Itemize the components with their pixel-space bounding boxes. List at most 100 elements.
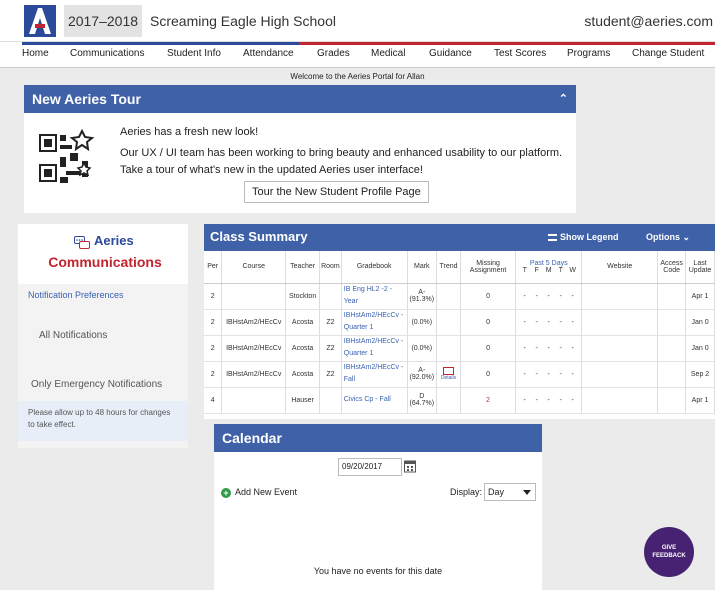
notification-preferences-link[interactable]: Notification Preferences	[28, 290, 124, 300]
cell-last: Jan 0	[685, 309, 715, 336]
user-email[interactable]: student@aeries.com	[584, 5, 713, 37]
add-event-link[interactable]: Add New Event	[235, 487, 297, 497]
day-mark: -	[559, 292, 562, 300]
day-mark: -	[523, 370, 526, 378]
col-past5[interactable]: Past 5 Days TFMTW	[515, 251, 583, 284]
cell-per: 4	[204, 387, 223, 414]
cell-last: Jan 0	[685, 335, 715, 362]
cell-last: Apr 1	[685, 283, 715, 310]
mark-percent: (64.7%)	[409, 400, 435, 407]
cell-mark: A- (92.0%)	[407, 361, 438, 388]
nav-guidance[interactable]: Guidance	[429, 48, 472, 59]
col-website[interactable]: Website	[581, 251, 659, 284]
mark-letter: D	[419, 393, 425, 400]
calendar-date-input[interactable]: 09/20/2017	[338, 458, 402, 476]
school-year[interactable]: 2017–2018	[64, 5, 142, 37]
col-per[interactable]: Per	[204, 251, 223, 284]
trend-details-link[interactable]: Details	[439, 375, 458, 381]
gradebook-link[interactable]: IBHstAm2/HEcCv - Fall	[341, 361, 408, 388]
mark-percent: (91.3%)	[409, 296, 435, 303]
col-access[interactable]: Access Code	[657, 251, 687, 284]
table-row[interactable]: 2 Stockton IB Eng HL2 -2 - Year A- (91.3%…	[204, 283, 715, 310]
cell-last: Sep 2	[685, 361, 715, 388]
all-notifications-option[interactable]: All Notifications	[39, 330, 107, 341]
gradebook-link[interactable]: Civics Cp - Fall	[341, 387, 408, 414]
table-row[interactable]: 2 IBHstAm2/HEcCv Acosta Z2 IBHstAm2/HEcC…	[204, 361, 715, 388]
communications-brand: Aeries	[94, 233, 134, 248]
add-event-plus-icon[interactable]: +	[221, 488, 231, 498]
feedback-line2: FEEDBACK	[652, 553, 686, 559]
col-mark[interactable]: Mark	[407, 251, 438, 284]
cell-access	[657, 361, 687, 388]
cell-per: 2	[204, 309, 223, 336]
gradebook-link[interactable]: IBHstAm2/HEcCv - Quarter 1	[341, 309, 408, 336]
give-feedback-button[interactable]: GIVE FEEDBACK	[644, 527, 694, 577]
cell-per: 2	[204, 361, 223, 388]
nav-communications[interactable]: Communications	[70, 48, 144, 59]
col-missing[interactable]: Missing Assignment	[460, 251, 517, 284]
cell-teacher: Hauser	[285, 387, 321, 414]
calendar-picker-icon[interactable]	[404, 459, 416, 473]
day-mark: -	[547, 396, 550, 404]
day-mark: -	[535, 318, 538, 326]
nav-programs[interactable]: Programs	[567, 48, 610, 59]
no-events-message: You have no events for this date	[313, 566, 443, 576]
table-row[interactable]: 4 Hauser Civics Cp - Fall D (64.7%) 2 - - -…	[204, 387, 715, 414]
table-row[interactable]: 2 IBHstAm2/HEcCv Acosta Z2 IBHstAm2/HEcC…	[204, 309, 715, 336]
day-letter: W	[569, 266, 577, 274]
gradebook-link[interactable]: IBHstAm2/HEcCv - Quarter 1	[341, 335, 408, 362]
day-letter: T	[558, 266, 563, 274]
nav-change-student[interactable]: Change Student	[632, 48, 704, 59]
nav-medical[interactable]: Medical	[371, 48, 405, 59]
col-teacher[interactable]: Teacher	[285, 251, 321, 284]
col-course[interactable]: Course	[221, 251, 287, 284]
tour-header[interactable]: New Aeries Tour ⌃	[24, 85, 576, 113]
class-summary-header: Class Summary Show Legend Options ⌄	[204, 224, 715, 251]
chevron-up-icon[interactable]: ⌃	[559, 85, 568, 113]
day-mark: -	[535, 292, 538, 300]
col-last[interactable]: Last Update	[685, 251, 715, 284]
nav-attendance[interactable]: Attendance	[243, 48, 294, 59]
past5-label: Past 5 Days	[529, 259, 568, 267]
cell-per: 2	[204, 283, 223, 310]
class-summary-panel: Class Summary Show Legend Options ⌄ Per …	[204, 224, 715, 419]
cell-course	[221, 387, 287, 414]
options-dropdown[interactable]: Options ⌄	[646, 232, 690, 243]
day-mark: -	[535, 396, 538, 404]
legend-icon	[548, 234, 557, 241]
cell-past5: -----	[515, 335, 583, 362]
nav-home[interactable]: Home	[22, 48, 49, 59]
school-name: Screaming Eagle High School	[150, 13, 336, 29]
cell-course: IBHstAm2/HEcCv	[221, 361, 287, 388]
cell-missing[interactable]: 2	[460, 387, 517, 414]
show-legend-button[interactable]: Show Legend	[548, 232, 619, 242]
nav-grades[interactable]: Grades	[317, 48, 350, 59]
table-header-row: Per Course Teacher Room Gradebook Mark T…	[204, 251, 715, 284]
cell-trend[interactable]: Details	[436, 361, 461, 388]
col-room[interactable]: Room	[319, 251, 342, 284]
day-mark: -	[571, 318, 574, 326]
mark-percent: (92.0%)	[409, 374, 435, 381]
col-trend[interactable]: Trend	[436, 251, 461, 284]
nav-test-scores[interactable]: Test Scores	[494, 48, 546, 59]
cell-teacher: Acosta	[285, 361, 321, 388]
cell-mark: A- (91.3%)	[407, 283, 438, 310]
cell-teacher: Acosta	[285, 309, 321, 336]
day-mark: -	[523, 344, 526, 352]
day-mark: -	[547, 318, 550, 326]
main-nav: Home Communications Student Info Attenda…	[0, 42, 715, 68]
class-summary-table: Per Course Teacher Room Gradebook Mark T…	[204, 251, 715, 414]
day-mark: -	[571, 344, 574, 352]
calendar-panel: Calendar 09/20/2017 + Add New Event Disp…	[214, 424, 542, 590]
display-select[interactable]: Day	[484, 483, 536, 501]
cell-missing: 0	[460, 361, 517, 388]
emergency-notifications-option[interactable]: Only Emergency Notifications	[31, 379, 162, 390]
table-row[interactable]: 2 IBHstAm2/HEcCv Acosta Z2 IBHstAm2/HEcC…	[204, 335, 715, 362]
day-mark: -	[559, 318, 562, 326]
nav-student-info[interactable]: Student Info	[167, 48, 221, 59]
aeries-logo[interactable]	[24, 5, 56, 37]
tour-profile-button[interactable]: Tour the New Student Profile Page	[244, 181, 429, 203]
trend-chart-icon[interactable]	[442, 367, 454, 375]
gradebook-link[interactable]: IB Eng HL2 -2 - Year	[341, 283, 408, 310]
col-gradebook[interactable]: Gradebook	[341, 251, 408, 284]
